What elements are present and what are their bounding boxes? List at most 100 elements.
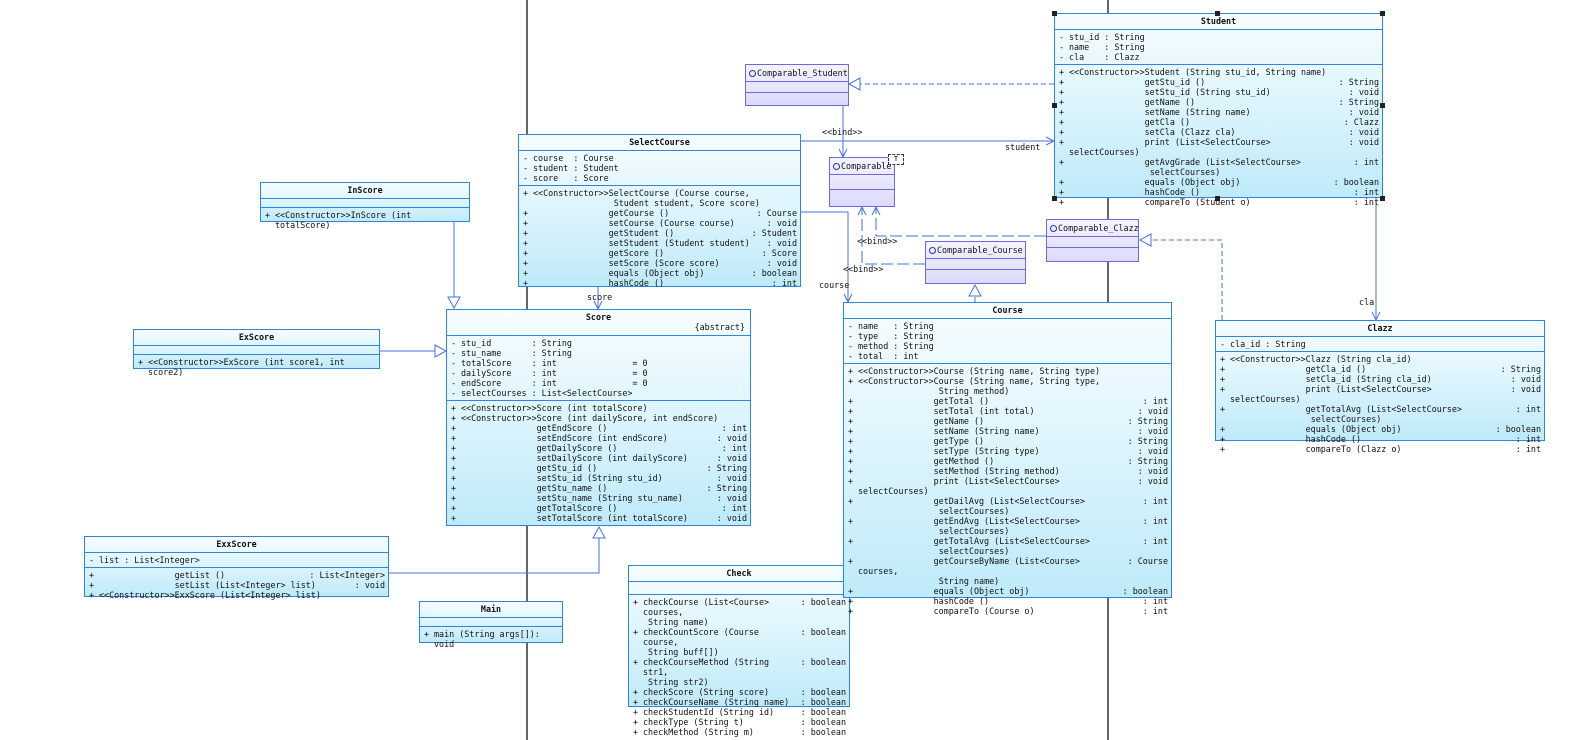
operation-row[interactable]: + print (List<SelectCourse> selectCourse… [1059, 137, 1379, 157]
class-exscore[interactable]: ExScore + <<Constructor>>ExScore (int sco… [133, 329, 380, 377]
operation-row[interactable]: + getList (): List<Integer> [89, 570, 385, 580]
operation-row[interactable]: + getEndAvg (List<SelectCourse> selectCo… [848, 516, 1168, 536]
operation-row[interactable]: + hashCode (): int [848, 596, 1168, 606]
operation-row[interactable]: + getName (): String [1059, 97, 1379, 107]
operation-row[interactable]: + getTotal (): int [848, 396, 1168, 406]
selection-handle[interactable] [1380, 103, 1385, 108]
operation-row[interactable]: + getType (): String [848, 436, 1168, 446]
operation-row[interactable]: + checkStudentId (String id): boolean [633, 707, 846, 717]
operation-row[interactable]: + checkScore (String score): boolean [633, 687, 846, 697]
operation-row[interactable]: + setName (String name): void [1059, 107, 1379, 117]
attribute-row[interactable]: - total : int [848, 351, 1168, 361]
attribute-row[interactable]: - method : String [848, 341, 1168, 351]
class-clazz[interactable]: Clazz - cla_id : String + <<Constructor>>C… [1215, 320, 1545, 454]
operation-row[interactable]: + setEndScore (int endScore): void [451, 433, 747, 443]
operation-row[interactable]: + setCourse (Course course): void [523, 218, 797, 228]
operation-row[interactable]: + setDailyScore (int dailyScore): void [451, 453, 747, 463]
operation-row[interactable]: + getScore (): Score [523, 248, 797, 258]
operation-row[interactable]: + checkCourse (List<Course> courses, Stri… [633, 597, 846, 627]
operation-row[interactable]: + <<Constructor>>ExxScore (List<Integer> … [89, 590, 385, 600]
attribute-row[interactable]: - list : List<Integer> [89, 555, 385, 565]
attribute-row[interactable]: - cla : Clazz [1059, 52, 1379, 62]
attribute-row[interactable]: - cla_id : String [1220, 339, 1541, 349]
class-selectcourse[interactable]: SelectCourse - course : Course - student : … [518, 134, 801, 288]
operation-row[interactable]: + <<Constructor>>Clazz (String cla_id) [1220, 354, 1541, 364]
class-exxscore[interactable]: ExxScore - list : List<Integer> + getList… [84, 536, 389, 600]
operation-row[interactable]: + getCourse (): Course [523, 208, 797, 218]
selection-handle[interactable] [1380, 196, 1385, 201]
operation-row[interactable]: + setStudent (Student student): void [523, 238, 797, 248]
class-main[interactable]: Main + main (String args[]): void [419, 601, 563, 649]
operation-row[interactable]: + getDailAvg (List<SelectCourse> selectC… [848, 496, 1168, 516]
operation-row[interactable]: + checkCourseName (String name): boolean [633, 697, 846, 707]
class-student[interactable]: Student - stu_id : String - name : String - c… [1054, 13, 1383, 207]
operation-row[interactable]: + getCla (): Clazz [1059, 117, 1379, 127]
attribute-row[interactable]: - stu_name : String [451, 348, 747, 358]
operation-row[interactable]: + setCla_id (String cla_id): void [1220, 374, 1541, 384]
selection-handle[interactable] [1052, 196, 1057, 201]
selection-handle[interactable] [1215, 196, 1220, 201]
operation-row[interactable]: + setTotalScore (int totalScore): void [451, 513, 747, 523]
operation-row[interactable]: + getDailyScore (): int [451, 443, 747, 453]
operation-row[interactable]: + <<Constructor>>Course (String name, Str… [848, 376, 1168, 396]
operation-row[interactable]: + getAvgGrade (List<SelectCourse> select… [1059, 157, 1379, 177]
operation-row[interactable]: + setStu_name (String stu_name): void [451, 493, 747, 503]
operation-row[interactable]: + <<Constructor>>Score (int dailyScore, i… [451, 413, 747, 423]
operation-row[interactable]: + setStu_id (String stu_id): void [1059, 87, 1379, 97]
operation-row[interactable]: + checkCourseMethod (String str1, String … [633, 657, 846, 687]
selection-handle[interactable] [1052, 11, 1057, 16]
operation-row[interactable]: + <<Constructor>>InScore (int totalScore) [265, 210, 466, 230]
operation-row[interactable]: + equals (Object obj): boolean [1220, 424, 1541, 434]
attribute-row[interactable]: - course : Course [523, 153, 797, 163]
attribute-row[interactable]: - selectCourses : List<SelectCourse> [451, 388, 747, 398]
operation-row[interactable]: + equals (Object obj): boolean [1059, 177, 1379, 187]
operation-row[interactable]: + <<Constructor>>Score (int totalScore) [451, 403, 747, 413]
operation-row[interactable]: + getEndScore (): int [451, 423, 747, 433]
operation-row[interactable]: + <<Constructor>>ExScore (int score1, int… [138, 357, 376, 377]
operation-row[interactable]: + getTotalAvg (List<SelectCourse> select… [848, 536, 1168, 556]
selection-handle[interactable] [1215, 11, 1220, 16]
operation-row[interactable]: + <<Constructor>>Student (String stu_id, … [1059, 67, 1379, 77]
operation-row[interactable]: + getStudent (): Student [523, 228, 797, 238]
class-course[interactable]: Course - name : String - type : String - meth… [843, 302, 1172, 616]
interface-comparable[interactable]: Comparable [829, 157, 895, 207]
operation-row[interactable]: + compareTo (Clazz o): int [1220, 444, 1541, 454]
operation-row[interactable]: + getStu_id (): String [1059, 77, 1379, 87]
operation-row[interactable]: + setScore (Score score): void [523, 258, 797, 268]
operation-row[interactable]: + getTotalScore (): int [451, 503, 747, 513]
operation-row[interactable]: + getTotalAvg (List<SelectCourse> select… [1220, 404, 1541, 424]
operation-row[interactable]: + equals (Object obj): boolean [848, 586, 1168, 596]
attribute-row[interactable]: - totalScore : int = 0 [451, 358, 747, 368]
interface-comparable-course[interactable]: Comparable_Course [925, 241, 1026, 284]
class-score[interactable]: Score {abstract} - stu_id : String - stu_nam… [446, 309, 751, 526]
operation-row[interactable]: + main (String args[]): void [424, 629, 559, 649]
operation-row[interactable]: + hashCode (): int [1220, 434, 1541, 444]
interface-comparable-student[interactable]: Comparable_Student [745, 64, 849, 106]
operation-row[interactable]: + print (List<SelectCourse> selectCourse… [848, 476, 1168, 496]
attribute-row[interactable]: - endScore : int = 0 [451, 378, 747, 388]
attribute-row[interactable]: - name : String [1059, 42, 1379, 52]
operation-row[interactable]: + setCla (Clazz cla): void [1059, 127, 1379, 137]
operation-row[interactable]: + setStu_id (String stu_id): void [451, 473, 747, 483]
operation-row[interactable]: + <<Constructor>>SelectCourse (Course cou… [523, 188, 797, 208]
operation-row[interactable]: + setMethod (String method): void [848, 466, 1168, 476]
attribute-row[interactable]: - dailyScore : int = 0 [451, 368, 747, 378]
operation-row[interactable]: + equals (Object obj): boolean [523, 268, 797, 278]
class-check[interactable]: Check + checkCourse (List<Course> courses… [628, 565, 850, 737]
operation-row[interactable]: + getCla_id (): String [1220, 364, 1541, 374]
attribute-row[interactable]: - name : String [848, 321, 1168, 331]
operation-row[interactable]: + checkType (String t): boolean [633, 717, 846, 727]
operation-row[interactable]: + <<Constructor>>Course (String name, Str… [848, 366, 1168, 376]
operation-row[interactable]: + checkMethod (String m): boolean [633, 727, 846, 737]
operation-row[interactable]: + getName (): String [848, 416, 1168, 426]
operation-row[interactable]: + setType (String type): void [848, 446, 1168, 456]
operation-row[interactable]: + getStu_id (): String [451, 463, 747, 473]
interface-comparable-clazz[interactable]: Comparable_Clazz [1046, 219, 1139, 262]
selection-handle[interactable] [1052, 103, 1057, 108]
operation-row[interactable]: + compareTo (Course o): int [848, 606, 1168, 616]
operation-row[interactable]: + getMethod (): String [848, 456, 1168, 466]
operation-row[interactable]: + checkCountScore (Course course, String … [633, 627, 846, 657]
operation-row[interactable]: + setName (String name): void [848, 426, 1168, 436]
operation-row[interactable]: + print (List<SelectCourse> selectCourse… [1220, 384, 1541, 404]
attribute-row[interactable]: - type : String [848, 331, 1168, 341]
